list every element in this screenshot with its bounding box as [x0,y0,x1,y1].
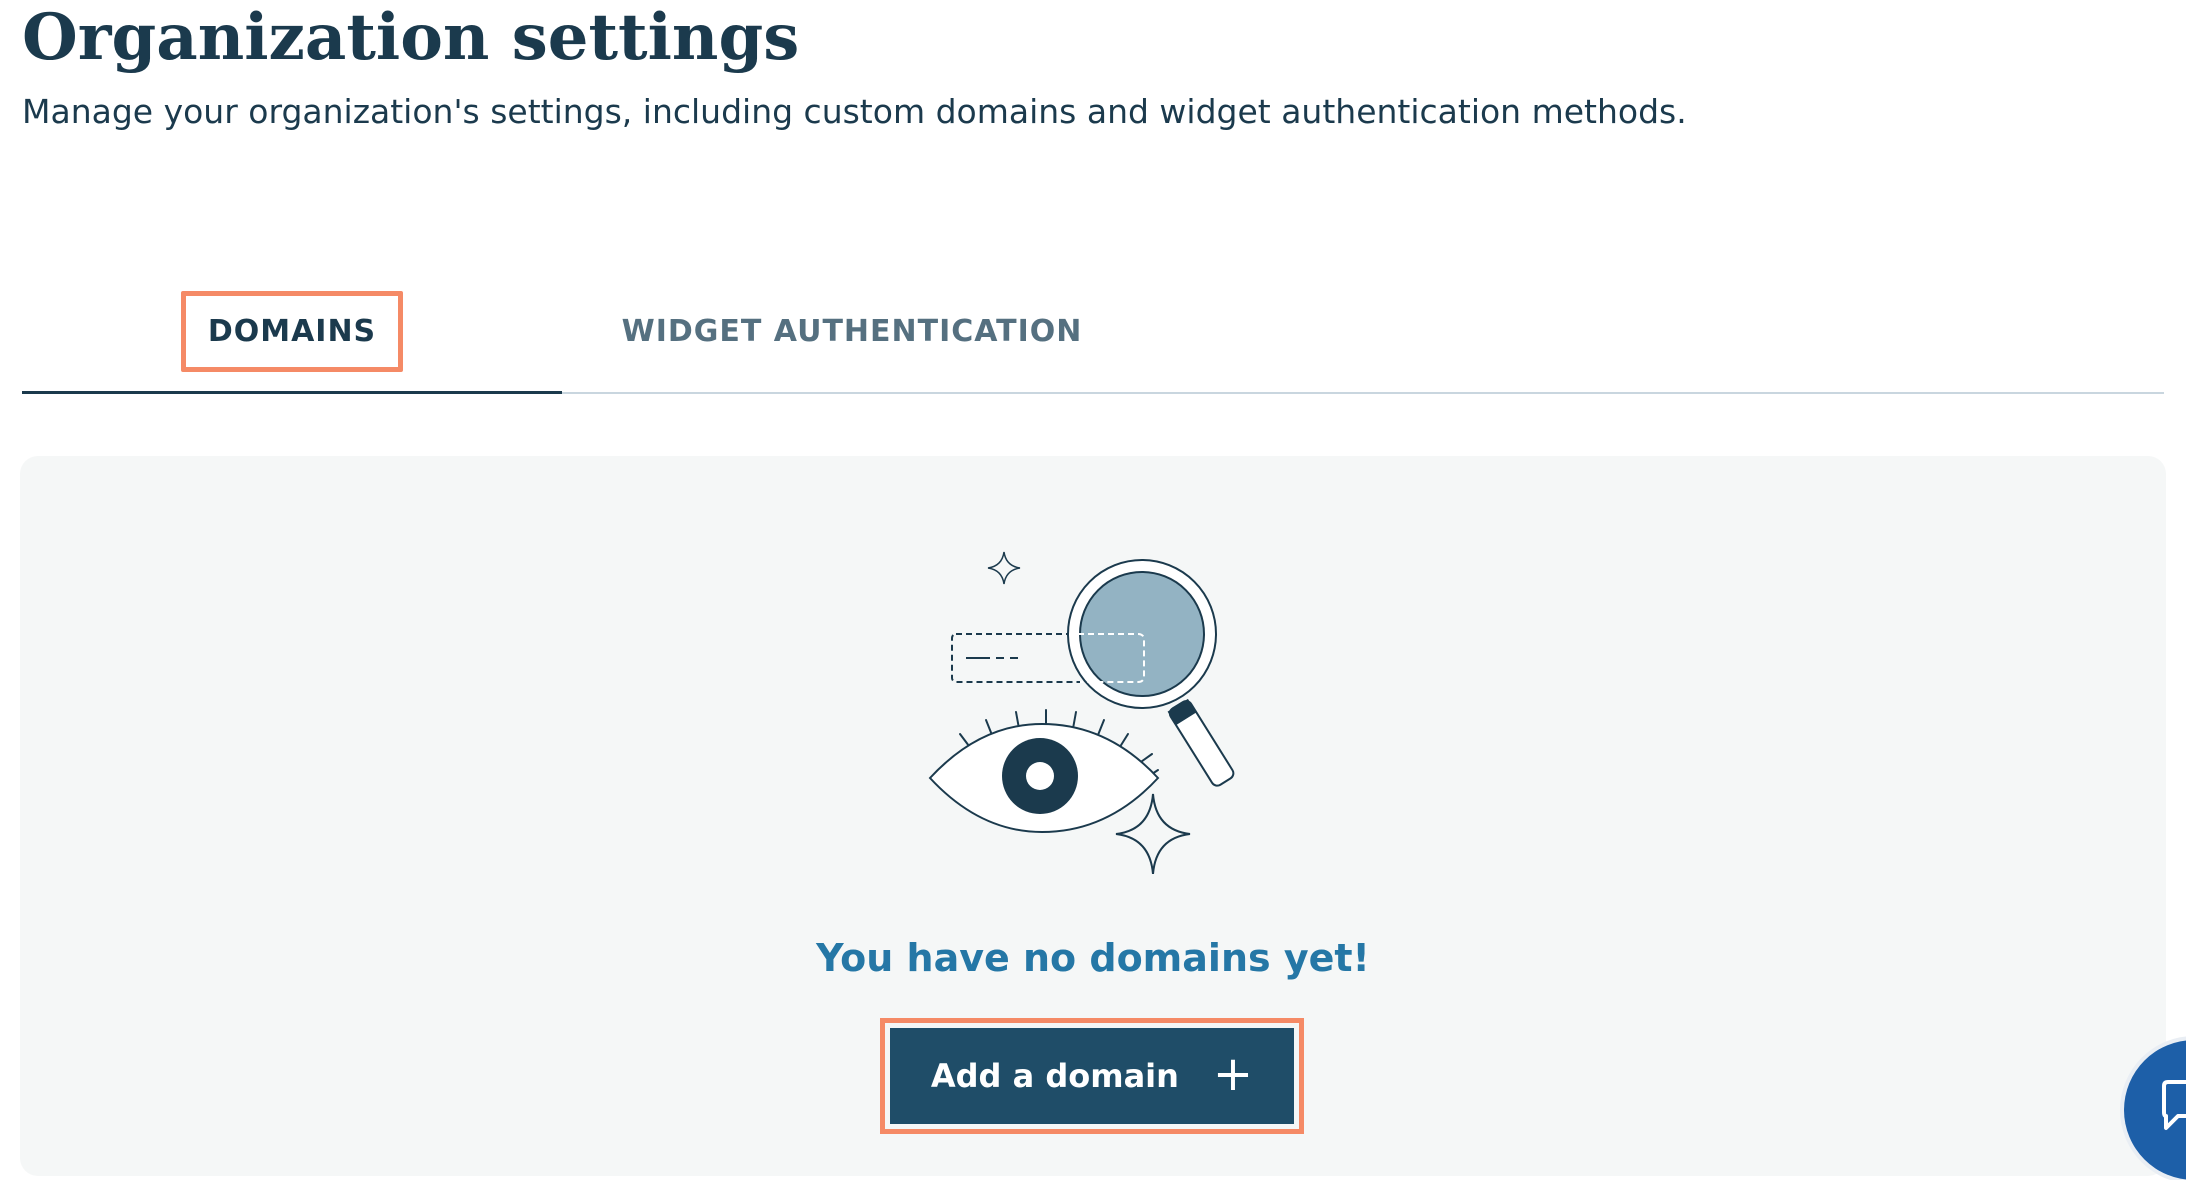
sparkle-small-icon [987,551,1021,585]
tab-widget-authentication-label: WIDGET AUTHENTICATION [621,313,1083,349]
chat-bubble-icon [2162,1080,2186,1130]
empty-state-message: You have no domains yet! [816,936,1370,980]
add-domain-button-label: Add a domain [930,1057,1179,1095]
plus-icon: + [1212,1046,1254,1102]
tab-widget-authentication[interactable]: WIDGET AUTHENTICATION [582,270,1122,392]
tab-domains-label: DOMAINS [180,290,404,372]
page-title: Organization settings [22,0,800,75]
magnifier-handle [1167,698,1235,787]
page-subtitle: Manage your organization's settings, inc… [22,92,1687,131]
add-domain-button-highlight: Add a domain + [880,1018,1304,1134]
eye-pupil [1026,762,1054,790]
tab-domains[interactable]: DOMAINS [22,270,562,394]
search-magnifier-eye-icon [928,551,1235,874]
add-domain-button[interactable]: Add a domain + [890,1028,1294,1124]
tab-bar: DOMAINS WIDGET AUTHENTICATION [22,270,2164,394]
